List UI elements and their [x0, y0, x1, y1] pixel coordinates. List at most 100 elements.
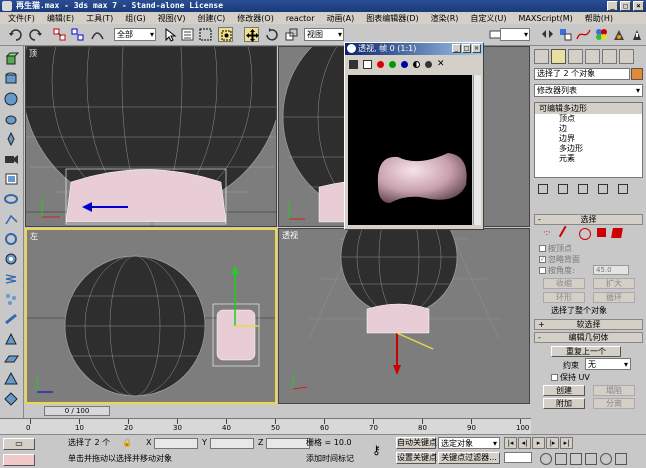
- menu-views[interactable]: 视图(V): [152, 13, 192, 24]
- modify-tab-icon[interactable]: [551, 49, 566, 64]
- add-time-tag-button[interactable]: 添加时间标记: [304, 454, 364, 465]
- render-close-button[interactable]: ×: [472, 44, 481, 53]
- stack-subobject-edge[interactable]: 边: [535, 124, 642, 134]
- create-gear-icon[interactable]: [4, 252, 19, 266]
- zoom-all-icon[interactable]: [555, 453, 567, 465]
- curve-editor-icon[interactable]: [576, 27, 591, 42]
- menu-modifiers[interactable]: 修改器(O): [231, 13, 280, 24]
- blue-channel-icon[interactable]: [401, 60, 408, 68]
- collapse-button[interactable]: 塌陷: [593, 385, 635, 396]
- menu-animation[interactable]: 动画(A): [320, 13, 360, 24]
- material-editor-icon[interactable]: [594, 27, 609, 42]
- select-and-rotate-icon[interactable]: [264, 27, 279, 42]
- reference-coordinate-dropdown[interactable]: 视图: [304, 28, 344, 41]
- go-to-start-icon[interactable]: |◂: [504, 437, 517, 449]
- create-teapot-icon[interactable]: [4, 112, 19, 126]
- green-channel-icon[interactable]: [389, 60, 396, 68]
- maxscript-mini-listener[interactable]: [3, 454, 35, 466]
- redo-icon[interactable]: [28, 27, 43, 42]
- save-bitmap-icon[interactable]: [349, 59, 358, 69]
- create-torus-icon[interactable]: [4, 232, 19, 246]
- minimize-button[interactable]: _: [607, 1, 618, 11]
- select-and-move-icon[interactable]: [244, 27, 259, 42]
- ring-button[interactable]: 环形: [543, 292, 585, 303]
- key-icon[interactable]: ⚷: [372, 443, 381, 457]
- mirror-icon[interactable]: [540, 27, 555, 42]
- grow-button[interactable]: 扩大: [593, 278, 635, 289]
- unlink-selection-icon[interactable]: [70, 27, 85, 42]
- object-color-swatch[interactable]: [631, 68, 643, 80]
- by-angle-value[interactable]: 45.0: [593, 265, 629, 275]
- create-bone-icon[interactable]: [4, 312, 19, 326]
- create-hedra-icon[interactable]: [4, 392, 19, 406]
- menu-maxscript[interactable]: MAXScript(M): [513, 14, 579, 23]
- shrink-button[interactable]: 收缩: [543, 278, 585, 289]
- pin-stack-icon[interactable]: [538, 184, 548, 194]
- object-name-field[interactable]: 选择了 2 个对象: [534, 68, 630, 80]
- clear-icon[interactable]: ✕: [437, 59, 445, 69]
- detach-button[interactable]: 分离: [593, 398, 635, 409]
- polygon-level-icon[interactable]: [597, 228, 606, 237]
- select-object-icon[interactable]: [162, 27, 177, 42]
- loop-button[interactable]: 循环: [593, 292, 635, 303]
- render-scene-icon[interactable]: [612, 27, 627, 42]
- stack-subobject-border[interactable]: 边界: [535, 134, 642, 144]
- create-helper-icon[interactable]: [4, 172, 19, 186]
- pan-icon[interactable]: [585, 453, 597, 465]
- close-button[interactable]: ×: [633, 1, 644, 11]
- edge-level-icon[interactable]: [558, 225, 576, 243]
- selection-rollout-header[interactable]: - 选择: [534, 214, 643, 225]
- create-shape-icon[interactable]: [4, 332, 19, 346]
- create-pyramid-icon[interactable]: [4, 371, 19, 386]
- create-line-icon[interactable]: [4, 212, 19, 226]
- utilities-tab-icon[interactable]: [619, 49, 634, 64]
- menu-create[interactable]: 创建(C): [191, 13, 231, 24]
- border-level-icon[interactable]: [579, 228, 591, 240]
- menu-tools[interactable]: 工具(T): [80, 13, 119, 24]
- select-by-name-icon[interactable]: [180, 27, 195, 42]
- make-unique-icon[interactable]: [578, 184, 588, 194]
- previous-frame-icon[interactable]: ◂|: [518, 437, 531, 449]
- menu-group[interactable]: 组(G): [119, 13, 151, 24]
- stack-subobject-vertex[interactable]: 顶点: [535, 114, 642, 124]
- menu-rendering[interactable]: 渲染(R): [425, 13, 465, 24]
- create-button[interactable]: 创建: [543, 385, 585, 396]
- arc-rotate-icon[interactable]: [600, 453, 612, 465]
- create-cylinder-icon[interactable]: [4, 72, 19, 86]
- set-key-button[interactable]: 设置关键点: [396, 452, 437, 464]
- auto-key-button[interactable]: 自动关键点: [396, 437, 437, 449]
- menu-help[interactable]: 帮助(H): [579, 13, 619, 24]
- render-window-scrollbar[interactable]: [473, 75, 481, 225]
- select-and-scale-icon[interactable]: [284, 27, 299, 42]
- constraints-dropdown[interactable]: 无: [585, 358, 631, 370]
- window-crossing-icon[interactable]: [218, 27, 233, 42]
- stack-subobject-polygon[interactable]: 多边形: [535, 144, 642, 154]
- y-coordinate-field[interactable]: [210, 438, 254, 449]
- bind-space-warp-icon[interactable]: [90, 27, 105, 42]
- create-tab-icon[interactable]: [534, 49, 549, 64]
- viewport-left[interactable]: 左: [25, 228, 277, 404]
- display-tab-icon[interactable]: [602, 49, 617, 64]
- create-plane-icon[interactable]: [4, 352, 19, 366]
- show-end-result-icon[interactable]: [558, 184, 568, 194]
- next-frame-icon[interactable]: |▸: [546, 437, 559, 449]
- hierarchy-tab-icon[interactable]: [568, 49, 583, 64]
- configure-modifier-sets-icon[interactable]: [618, 184, 628, 194]
- red-channel-icon[interactable]: [377, 60, 384, 68]
- monochrome-icon[interactable]: [425, 60, 432, 68]
- remove-modifier-icon[interactable]: [598, 184, 608, 194]
- quick-render-icon[interactable]: [630, 27, 645, 42]
- menu-file[interactable]: 文件(F): [2, 13, 41, 24]
- create-camera-icon[interactable]: [4, 152, 19, 166]
- soft-selection-rollout-header[interactable]: + 软选择: [534, 319, 643, 330]
- by-vertex-checkbox[interactable]: 按顶点: [539, 243, 572, 254]
- zoom-extents-icon[interactable]: [570, 453, 582, 465]
- vertex-level-icon[interactable]: ·:·: [543, 228, 555, 240]
- rectangular-selection-icon[interactable]: [198, 27, 213, 42]
- key-mode-dropdown[interactable]: 选定对象: [438, 437, 500, 449]
- menu-reactor[interactable]: reactor: [280, 14, 321, 23]
- time-slider[interactable]: 0 / 100: [44, 406, 110, 416]
- modifier-list-dropdown[interactable]: 修改器列表: [534, 84, 643, 97]
- go-to-end-icon[interactable]: ▸|: [560, 437, 573, 449]
- maximize-viewport-icon[interactable]: [615, 453, 627, 465]
